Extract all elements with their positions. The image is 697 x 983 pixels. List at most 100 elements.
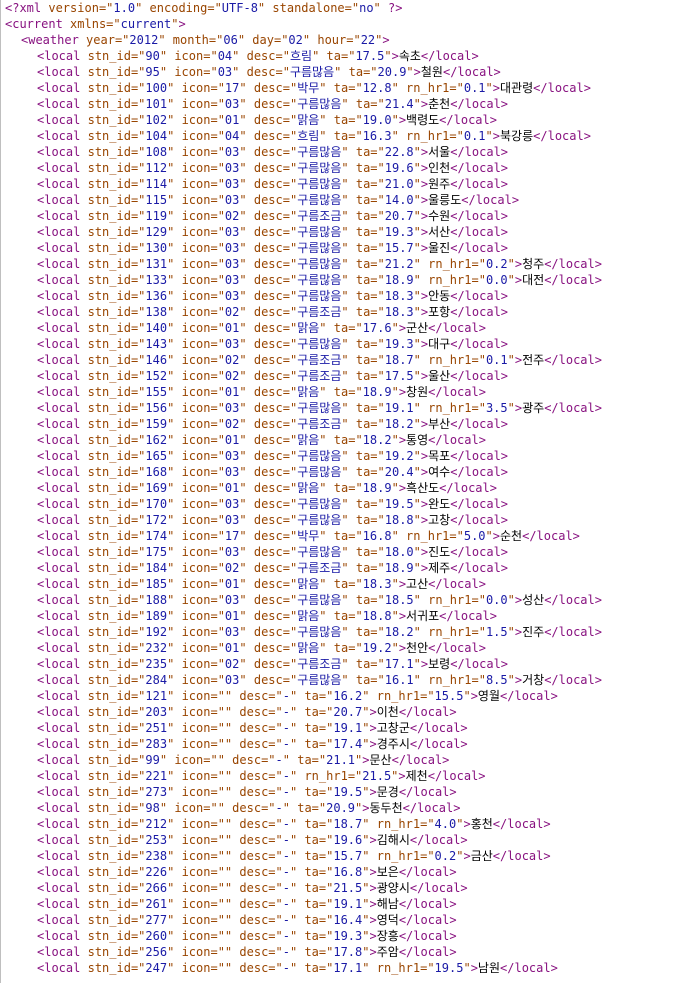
attr-name: stn_id: [87, 97, 131, 111]
attr-quote: =": [370, 97, 385, 111]
attr-value: 95: [145, 65, 160, 79]
attr-value: 114: [145, 177, 168, 191]
attr-name: stn_id: [87, 593, 131, 607]
local-open-tag: <local: [37, 673, 81, 687]
attr-quote: =": [130, 913, 146, 927]
attr-quote: =": [210, 161, 225, 175]
attr-quote: ": [167, 929, 175, 943]
attr-quote: =": [268, 865, 283, 879]
attr-value: 22.8: [384, 145, 414, 159]
attr-value: 3.5: [485, 401, 508, 415]
local-open-tag: <local: [37, 465, 81, 479]
local-close-tag: </local>: [450, 209, 509, 223]
attr-quote: ": [341, 497, 349, 511]
attr-quote: =": [318, 865, 334, 879]
station-name: 원주: [428, 177, 451, 191]
local-close-tag: </local>: [461, 193, 520, 207]
attr-quote: ": [239, 353, 247, 367]
attr-value: 구름많음: [297, 257, 342, 271]
attr-name: stn_id: [87, 769, 131, 783]
attr-name: desc: [253, 625, 283, 639]
tag-bracket: >: [413, 65, 421, 79]
attr-value: 0.2: [485, 257, 508, 271]
station-name: 서산: [428, 225, 451, 239]
attr-value: 185: [145, 577, 168, 591]
attr-value: 17.6: [362, 321, 392, 335]
attr-name: icon: [181, 833, 211, 847]
attr-quote: =": [130, 129, 146, 143]
attr-quote: ": [413, 369, 421, 383]
attr-value: 18.5: [384, 593, 414, 607]
attr-quote: =": [210, 897, 225, 911]
attr-value: 17.5: [355, 49, 385, 63]
attr-quote: ": [413, 545, 421, 559]
attr-value: 104: [145, 129, 168, 143]
attr-name: ta: [355, 465, 371, 479]
attr-quote: =": [114, 33, 130, 47]
attr-quote: =": [210, 577, 225, 591]
attr-name: stn_id: [87, 529, 131, 543]
attr-name: ta: [304, 929, 319, 943]
attr-quote: ": [239, 593, 247, 607]
attr-quote: =": [130, 337, 146, 351]
attr-name: ta: [333, 433, 349, 447]
attr-name: stn_id: [87, 225, 131, 239]
attr-value: 박무: [297, 529, 320, 543]
attr-value: 19.3: [384, 225, 414, 239]
attr-name: stn_id: [87, 177, 131, 191]
attr-quote: =": [210, 785, 225, 799]
tag-bracket: >: [369, 705, 377, 719]
attr-name: ta: [297, 753, 312, 767]
attr-name: desc: [253, 113, 283, 127]
station-name: 천안: [406, 641, 429, 655]
local-close-tag: </local>: [450, 161, 509, 175]
attr-name: encoding: [149, 1, 208, 15]
local-close-tag: </local>: [428, 641, 486, 655]
attr-quote: =": [268, 913, 283, 927]
attr-quote: ": [239, 657, 247, 671]
attr-quote: ": [167, 577, 175, 591]
attr-quote: =": [130, 625, 146, 639]
attr-quote: =": [275, 65, 290, 79]
attr-value: 165: [145, 449, 168, 463]
attr-quote: ": [239, 193, 247, 207]
attr-quote: ": [239, 545, 247, 559]
attr-quote: ": [167, 353, 175, 367]
attr-value: 03: [224, 241, 240, 255]
attr-value: 02: [224, 369, 240, 383]
attr-name: icon: [181, 785, 211, 799]
attr-quote: ": [239, 673, 247, 687]
attr-quote: ": [362, 913, 370, 927]
attr-name: rn_hr1: [428, 401, 472, 415]
attr-value: 169: [145, 481, 168, 495]
attr-value: 15.7: [384, 241, 414, 255]
attr-name: desc: [246, 65, 276, 79]
attr-quote: ": [239, 337, 247, 351]
attr-name: desc: [253, 657, 283, 671]
attr-name: desc: [253, 369, 283, 383]
attr-quote: =": [130, 49, 146, 63]
local-open-tag: <local: [37, 497, 81, 511]
attr-value: 121: [145, 689, 168, 703]
attr-name: icon: [181, 545, 211, 559]
attr-quote: ": [167, 401, 175, 415]
attr-quote: ": [319, 481, 327, 495]
attr-quote: =": [348, 129, 363, 143]
attr-quote: ": [319, 641, 327, 655]
attr-value: 03: [224, 673, 240, 687]
attr-name: rn_hr1: [428, 673, 472, 687]
local-element: <local stn_id="165" icon="03" desc="구름많음…: [0, 448, 697, 464]
attr-quote: ": [224, 705, 233, 719]
local-element: <local stn_id="253" icon="" desc="-" ta=…: [0, 832, 697, 848]
attr-quote: =": [370, 225, 385, 239]
attr-name: stn_id: [87, 609, 131, 623]
attr-quote: =": [282, 209, 298, 223]
attr-quote: =": [130, 785, 146, 799]
xml-source-view[interactable]: <?xml version="1.0" encoding="UTF-8" sta…: [0, 0, 697, 983]
attr-quote: =": [210, 193, 225, 207]
attr-name: ta: [355, 625, 371, 639]
attr-quote: =": [208, 33, 224, 47]
attr-quote: ": [239, 481, 247, 495]
attr-quote: =": [282, 481, 298, 495]
attr-name: icon: [181, 769, 211, 783]
